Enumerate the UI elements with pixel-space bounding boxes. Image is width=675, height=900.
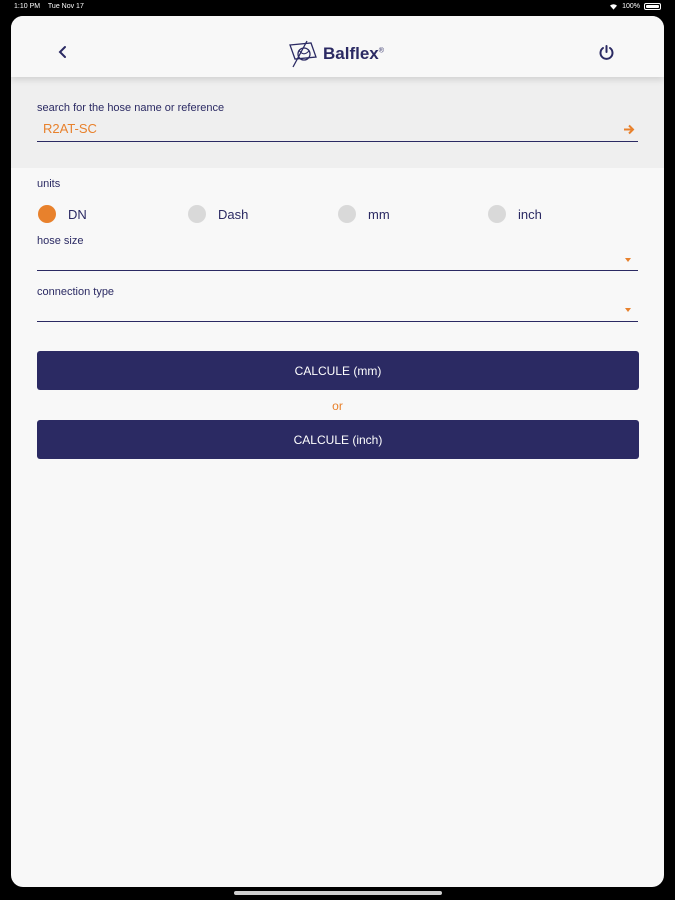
balflex-logo: Balflex®: [287, 36, 407, 72]
calculate-mm-button[interactable]: CALCULE (mm): [37, 351, 639, 390]
arrow-right-icon[interactable]: [622, 123, 635, 136]
radio-selected-icon: [38, 205, 56, 223]
search-underline: [37, 141, 638, 142]
unit-option-dash[interactable]: Dash: [188, 205, 248, 223]
units-label: units: [37, 178, 61, 190]
status-time: 1:10 PM: [14, 3, 41, 10]
unit-option-dn[interactable]: DN: [38, 205, 87, 223]
search-section: search for the hose name or reference R2…: [11, 77, 664, 168]
radio-unselected-icon: [188, 205, 206, 223]
unit-option-mm[interactable]: mm: [338, 205, 390, 223]
top-bar: Balflex®: [11, 16, 664, 77]
radio-unselected-icon: [488, 205, 506, 223]
search-label: search for the hose name or reference: [37, 102, 225, 114]
home-indicator[interactable]: [234, 891, 442, 895]
back-chevron-icon[interactable]: [55, 42, 69, 62]
unit-option-inch[interactable]: inch: [488, 205, 542, 223]
or-separator: or: [332, 399, 343, 413]
radio-unselected-icon: [338, 205, 356, 223]
hose-size-label: hose size: [37, 235, 84, 247]
dropdown-caret-icon[interactable]: [625, 308, 631, 312]
hose-size-select[interactable]: [37, 270, 638, 271]
brand-name: Balflex®: [323, 44, 384, 63]
battery-percent: 100%: [622, 3, 640, 10]
app-screen: Balflex® search for the hose name or ref…: [11, 16, 664, 887]
status-date: Tue Nov 17: [47, 3, 84, 10]
power-icon[interactable]: [598, 44, 615, 61]
status-bar: 1:10 PM Tue Nov 17 100%: [0, 0, 675, 14]
battery-icon: [644, 3, 661, 10]
connection-type-select[interactable]: [37, 321, 638, 322]
wifi-icon: [610, 4, 618, 10]
search-input[interactable]: R2AT-SC: [43, 121, 97, 136]
connection-type-label: connection type: [37, 286, 115, 298]
dropdown-caret-icon[interactable]: [625, 258, 631, 262]
balflex-emblem-icon: [289, 40, 317, 68]
calculate-inch-button[interactable]: CALCULE (inch): [37, 420, 639, 459]
